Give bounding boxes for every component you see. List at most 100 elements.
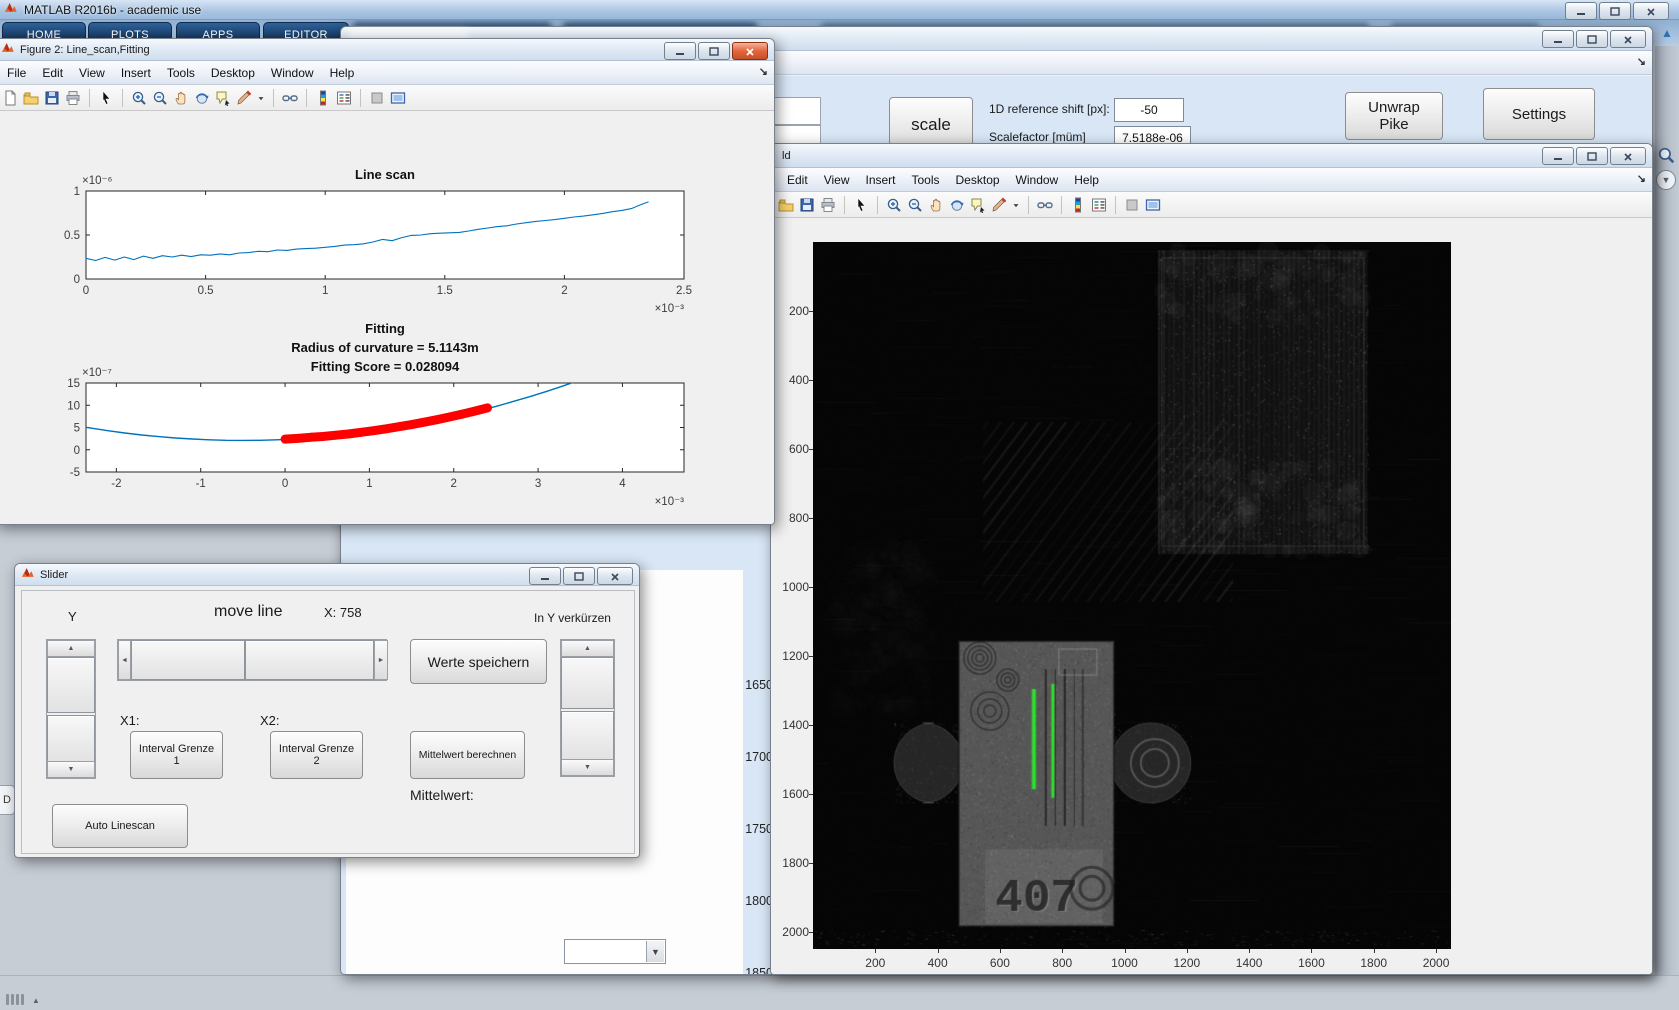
close-button[interactable] — [1633, 2, 1669, 20]
minimize-button[interactable] — [1542, 30, 1574, 48]
pan-hand-icon[interactable] — [172, 89, 190, 107]
figure2-menu-help[interactable]: Help — [322, 64, 363, 82]
maximize-button[interactable] — [1576, 147, 1608, 165]
figure2-menu-tools[interactable]: Tools — [159, 64, 203, 82]
pointer-arrow-icon[interactable] — [97, 89, 115, 107]
slider-thumb[interactable] — [47, 657, 95, 713]
data-cursor-icon[interactable] — [969, 196, 987, 214]
maximize-button[interactable] — [1599, 2, 1631, 20]
slider-down-arrow[interactable]: ▼ — [47, 761, 95, 778]
new-document-icon[interactable] — [1, 89, 19, 107]
app-gui-combobox[interactable]: ▼ — [564, 939, 666, 964]
figure2-menu-edit[interactable]: Edit — [34, 64, 71, 82]
insert-legend-icon[interactable] — [1090, 196, 1108, 214]
insert-legend-icon[interactable] — [335, 89, 353, 107]
save-icon[interactable] — [798, 196, 816, 214]
figure2-plots[interactable]: Line scan 0 0.5 1 1.5 2 2.5 0 0.5 1 ×10⁻³ ×10⁻⁶ Fitt… — [0, 111, 774, 524]
dropdown-circle-icon[interactable]: ▼ — [1656, 170, 1676, 190]
slider-thumb[interactable] — [245, 640, 374, 680]
open-folder-icon[interactable] — [777, 196, 795, 214]
link-plots-icon[interactable] — [1036, 196, 1054, 214]
ref-shift-input[interactable]: -50 — [1114, 98, 1184, 122]
close-button[interactable] — [1610, 147, 1646, 165]
pointer-arrow-icon[interactable] — [852, 196, 870, 214]
brush-icon[interactable] — [235, 89, 253, 107]
settings-button[interactable]: Settings — [1483, 88, 1595, 140]
interval-grenze1-button[interactable]: Interval Grenze 1 — [130, 731, 223, 779]
open-folder-icon[interactable] — [22, 89, 40, 107]
interferogram-image[interactable] — [813, 242, 1451, 949]
minimize-button[interactable] — [1565, 2, 1597, 20]
zoom-in-icon[interactable] — [885, 196, 903, 214]
figure2-titlebar[interactable]: Figure 2: Line_scan,Fitting — [0, 39, 774, 61]
auto-linescan-button[interactable]: Auto Linescan — [52, 804, 188, 848]
figure2-menu-file[interactable]: File — [0, 64, 34, 82]
plot-tools-detach-icon[interactable] — [389, 89, 407, 107]
right-figure-menu-tools[interactable]: Tools — [904, 171, 948, 189]
figure2-menu-window[interactable]: Window — [263, 64, 322, 82]
dock-arrow-icon[interactable]: ↘ — [759, 65, 768, 78]
y-slider-left[interactable]: ▲ ▼ — [46, 639, 96, 779]
y-slider-right[interactable]: ▲ ▼ — [560, 639, 615, 777]
slider-left-arrow[interactable]: ◄ — [118, 640, 131, 680]
panel-grip[interactable]: ▲ — [6, 994, 66, 1008]
minimize-button[interactable] — [664, 42, 696, 60]
rotate-3d-icon[interactable] — [193, 89, 211, 107]
insert-colorbar-icon[interactable] — [1069, 196, 1087, 214]
figure2-menu-desktop[interactable]: Desktop — [203, 64, 263, 82]
right-figure-menu-window[interactable]: Window — [1008, 171, 1067, 189]
maximize-button[interactable] — [563, 567, 595, 585]
rotate-3d-icon[interactable] — [948, 196, 966, 214]
unwrap-pike-button[interactable]: Unwrap Pike — [1345, 92, 1443, 140]
move-line-slider[interactable]: ◄ ► — [117, 639, 388, 681]
mittelwert-berechnen-button[interactable]: Mittelwert berechnen — [410, 731, 525, 779]
slider-up-arrow[interactable]: ▲ — [47, 640, 95, 657]
collapse-toolstrip-icon[interactable]: ▲ — [1658, 26, 1676, 42]
figure2-menu-view[interactable]: View — [71, 64, 113, 82]
save-values-button[interactable]: Werte speichern — [410, 639, 547, 684]
slider-thumb[interactable] — [561, 711, 614, 761]
search-icon[interactable] — [1657, 146, 1675, 169]
slider-titlebar[interactable]: Slider — [15, 564, 639, 586]
plot-tools-icon[interactable] — [1123, 196, 1141, 214]
pan-hand-icon[interactable] — [927, 196, 945, 214]
zoom-out-icon[interactable] — [151, 89, 169, 107]
right-figure-menu-view[interactable]: View — [816, 171, 858, 189]
insert-colorbar-icon[interactable] — [314, 89, 332, 107]
maximize-button[interactable] — [1576, 30, 1608, 48]
slider-thumb[interactable] — [47, 715, 95, 763]
close-button[interactable] — [1610, 30, 1646, 48]
interval-grenze2-button[interactable]: Interval Grenze 2 — [270, 731, 363, 779]
dropdown-arrow-icon[interactable] — [256, 89, 266, 107]
right-figure-menu-help[interactable]: Help — [1066, 171, 1107, 189]
right-figure-menu-insert[interactable]: Insert — [857, 171, 903, 189]
plot-tools-icon[interactable] — [368, 89, 386, 107]
close-button[interactable] — [597, 567, 633, 585]
combobox-arrow-icon[interactable]: ▼ — [646, 941, 664, 962]
print-icon[interactable] — [64, 89, 82, 107]
plot-tools-detach-icon[interactable] — [1144, 196, 1162, 214]
collapsed-panel-tab[interactable]: D — [0, 785, 15, 815]
slider-up-arrow[interactable]: ▲ — [561, 640, 614, 657]
slider-right-arrow[interactable]: ► — [374, 640, 388, 680]
maximize-button[interactable] — [698, 42, 730, 60]
right-figure-menu-edit[interactable]: Edit — [779, 171, 816, 189]
brush-icon[interactable] — [990, 196, 1008, 214]
zoom-out-icon[interactable] — [906, 196, 924, 214]
figure2-menu-insert[interactable]: Insert — [113, 64, 159, 82]
minimize-button[interactable] — [529, 567, 561, 585]
data-cursor-icon[interactable] — [214, 89, 232, 107]
zoom-in-icon[interactable] — [130, 89, 148, 107]
close-button[interactable] — [732, 42, 768, 60]
link-plots-icon[interactable] — [281, 89, 299, 107]
dock-arrow-icon[interactable]: ↘ — [1637, 172, 1646, 185]
save-icon[interactable] — [43, 89, 61, 107]
slider-thumb[interactable] — [561, 657, 614, 709]
print-icon[interactable] — [819, 196, 837, 214]
slider-thumb[interactable] — [131, 640, 245, 680]
slider-down-arrow[interactable]: ▼ — [561, 759, 614, 776]
dock-arrow-icon[interactable]: ↘ — [1637, 55, 1646, 68]
dropdown-arrow-icon[interactable] — [1011, 196, 1021, 214]
minimize-button[interactable] — [1542, 147, 1574, 165]
right-figure-titlebar[interactable]: ld — [771, 144, 1652, 168]
